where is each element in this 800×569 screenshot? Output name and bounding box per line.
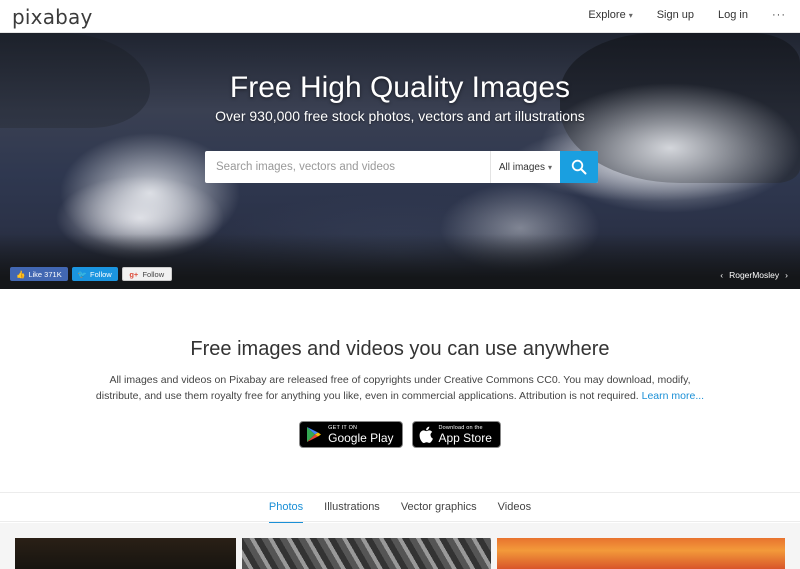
google-follow-label: Follow — [142, 269, 165, 279]
explore-label: Explore — [588, 9, 626, 21]
hero-banner: Free High Quality Images Over 930,000 fr… — [0, 33, 800, 289]
login-link[interactable]: Log in — [718, 9, 748, 21]
tab-vector-graphics[interactable]: Vector graphics — [401, 493, 477, 524]
previous-image-icon[interactable]: ‹ — [720, 270, 723, 280]
google-plus-icon: g+ — [129, 269, 139, 279]
app-store-badges: GET IT ON Google Play Download on the Ap… — [0, 421, 800, 448]
learn-more-link[interactable]: Learn more... — [642, 390, 704, 402]
search-button[interactable] — [560, 151, 598, 183]
search-icon — [571, 159, 587, 175]
pixabay-logo[interactable]: pixabay — [12, 5, 93, 29]
top-nav: Explore ▾ Sign up Log in ··· — [588, 9, 786, 21]
top-bar: pixabay Explore ▾ Sign up Log in ··· — [0, 0, 800, 33]
twitter-follow-label: Follow — [90, 269, 112, 279]
hero-subtitle: Over 930,000 free stock photos, vectors … — [215, 108, 585, 124]
intro-text: All images and videos on Pixabay are rel… — [95, 374, 691, 402]
google-play-big-text: Google Play — [328, 430, 394, 445]
image-thumbnail[interactable] — [497, 538, 785, 569]
google-play-badge[interactable]: GET IT ON Google Play — [299, 421, 403, 448]
app-store-badge[interactable]: Download on the App Store — [411, 421, 501, 448]
next-image-icon[interactable]: › — [785, 270, 788, 280]
facebook-like-button[interactable]: 👍 Like 371K — [10, 267, 68, 281]
image-thumbnail[interactable] — [242, 538, 491, 569]
chevron-down-icon: ▾ — [547, 162, 552, 172]
apple-icon — [419, 426, 433, 443]
explore-menu[interactable]: Explore ▾ — [588, 9, 632, 21]
thumbs-up-icon: 👍 — [16, 269, 26, 279]
hero-title: Free High Quality Images — [229, 71, 571, 104]
twitter-bird-icon: 🐦 — [77, 269, 88, 279]
image-thumbnail[interactable] — [15, 538, 236, 569]
google-play-icon — [307, 427, 322, 442]
search-bar: All images ▾ — [205, 151, 598, 183]
more-options-icon[interactable]: ··· — [772, 9, 786, 21]
facebook-like-label: Like 371K — [28, 269, 62, 279]
social-buttons: 👍 Like 371K 🐦 Follow g+ Follow — [10, 267, 172, 281]
photo-credit: ‹ RogerMosley › — [720, 270, 788, 280]
tab-illustrations[interactable]: Illustrations — [324, 493, 380, 524]
media-type-tabs: Photos Illustrations Vector graphics Vid… — [0, 492, 800, 524]
twitter-follow-button[interactable]: 🐦 Follow — [71, 267, 118, 281]
photographer-link[interactable]: RogerMosley — [729, 270, 779, 280]
app-store-big-text: App Store — [438, 430, 492, 445]
search-type-label: All images — [498, 161, 545, 173]
tab-photos[interactable]: Photos — [268, 493, 304, 524]
signup-link[interactable]: Sign up — [657, 9, 694, 21]
tab-videos[interactable]: Videos — [498, 493, 531, 524]
chevron-down-icon: ▾ — [628, 11, 633, 20]
search-type-select[interactable]: All images ▾ — [489, 151, 560, 183]
google-plus-follow-button[interactable]: g+ Follow — [121, 267, 172, 281]
intro-heading: Free images and videos you can use anywh… — [190, 338, 610, 360]
intro-paragraph: All images and videos on Pixabay are rel… — [90, 372, 710, 404]
search-input[interactable] — [205, 151, 490, 183]
